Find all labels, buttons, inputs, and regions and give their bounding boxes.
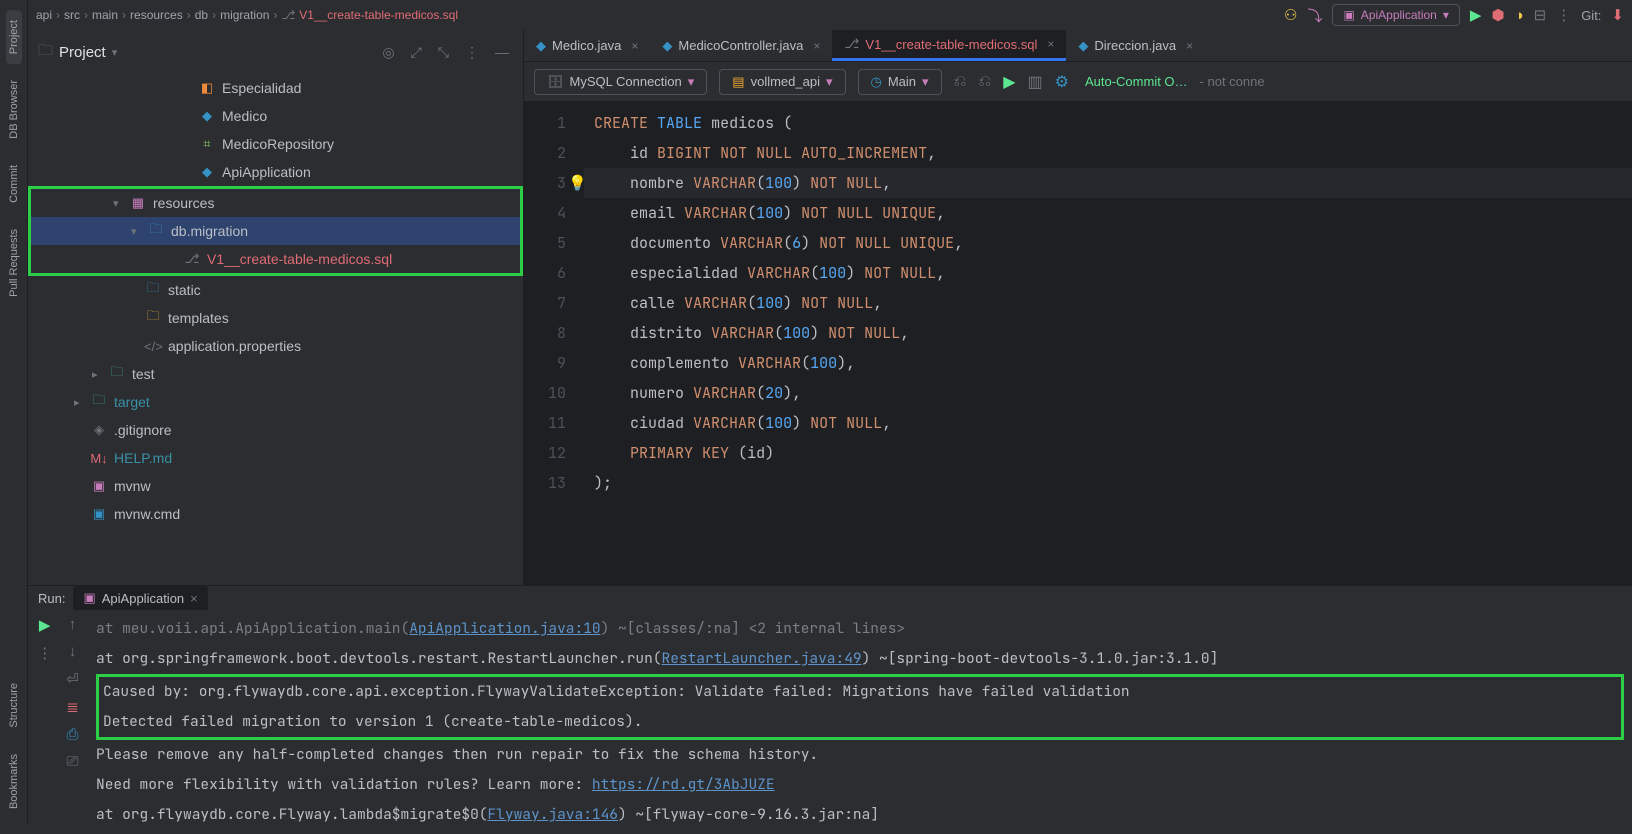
not-connected-label: - not conne (1200, 74, 1265, 89)
editor-area: ◆Medico.java×◆MedicoController.java×⎇V1_… (524, 30, 1632, 585)
git-pull-icon[interactable]: ⬇ (1611, 6, 1624, 24)
code-body[interactable]: CREATE TABLE medicos ( id BIGINT NOT NUL… (584, 102, 1632, 585)
file-tab-medico-java[interactable]: ◆Medico.java× (524, 30, 650, 61)
execute-plan-icon[interactable]: ▥ (1028, 72, 1043, 92)
tree-item-mvnw-cmd[interactable]: ▣mvnw.cmd (28, 500, 523, 528)
run-header: Run: ▣ ApiApplication × (28, 586, 1632, 610)
stack-icon[interactable]: ≣ (66, 698, 79, 716)
hide-icon[interactable]: — (495, 44, 509, 60)
tree-item-resources[interactable]: ▾▦resources (31, 189, 520, 217)
tree-item-target[interactable]: ▸🗀target (28, 388, 523, 416)
close-icon[interactable]: × (1047, 37, 1054, 51)
left-tab-commit[interactable]: Commit (6, 155, 22, 213)
close-icon[interactable]: × (631, 39, 638, 53)
tree-item-medico[interactable]: ◆Medico (28, 102, 523, 130)
db-toolbar: 🗄 MySQL Connection ▾ ▤ vollmed_api ▾ ◷ M… (524, 62, 1632, 102)
coverage-icon[interactable]: ◑ (1515, 7, 1524, 24)
build-icon[interactable]: ⤵ (1307, 5, 1322, 26)
rollback-icon[interactable]: ⎌ (978, 73, 991, 91)
users-icon[interactable]: ⚇ (1284, 6, 1297, 24)
down-icon[interactable]: ↓ (69, 643, 77, 660)
tree-item-templates[interactable]: 🗀templates (28, 304, 523, 332)
tree-item-mvnw[interactable]: ▣mvnw (28, 472, 523, 500)
run-panel: Run: ▣ ApiApplication × ▶ ⋮ ↑ ↓ ⏎ (28, 585, 1632, 825)
rerun-icon[interactable]: ▶ (39, 616, 51, 634)
run-config-dropdown[interactable]: ▣ ApiApplication ▾ (1332, 4, 1459, 26)
tree-item-medicorepository[interactable]: ⌗MedicoRepository (28, 130, 523, 158)
tree-item-help-md[interactable]: M↓HELP.md (28, 444, 523, 472)
git-label: Git: (1581, 8, 1601, 23)
schema-dropdown[interactable]: ▤ vollmed_api ▾ (719, 69, 845, 95)
left-tab-db-browser[interactable]: DB Browser (6, 70, 22, 149)
expand-icon[interactable]: ⤢ (411, 44, 422, 61)
connection-dropdown[interactable]: 🗄 MySQL Connection ▾ (534, 69, 707, 95)
file-tab-medicocontroller-java[interactable]: ◆MedicoController.java× (650, 30, 832, 61)
close-icon[interactable]: × (1186, 39, 1193, 53)
tree-item-db-migration[interactable]: ▾🗀db.migration (31, 217, 520, 245)
collapse-icon[interactable]: ⤡ (438, 44, 449, 61)
left-tab-project[interactable]: Project (6, 10, 22, 64)
camera-icon[interactable]: ⎚ (66, 753, 78, 770)
main-column: api›src›main›resources›db›migration›⎇ V1… (28, 0, 1632, 825)
more-icon[interactable]: ⋮ (1556, 6, 1571, 24)
profile-icon[interactable]: ⊟ (1534, 6, 1547, 24)
tree-item-test[interactable]: ▸🗀test (28, 360, 523, 388)
left-tool-strip: Project DB Browser Commit Pull Requests Str… (0, 0, 28, 825)
run-icon[interactable]: ▶ (1470, 6, 1482, 24)
settings-icon[interactable]: ⋮ (465, 44, 479, 61)
debug-icon[interactable]: ⬢ (1491, 6, 1504, 24)
console-output[interactable]: at meu.voii.api.ApiApplication.main(ApiA… (88, 610, 1632, 834)
auto-commit-label[interactable]: Auto-Commit O… (1085, 74, 1188, 89)
tree-item--gitignore[interactable]: ◈.gitignore (28, 416, 523, 444)
target-icon[interactable]: ◎ (382, 44, 394, 61)
up-icon[interactable]: ↑ (69, 616, 77, 633)
file-tabs: ◆Medico.java×◆MedicoController.java×⎇V1_… (524, 30, 1632, 62)
project-panel-title[interactable]: 🗀 Project ▾ (38, 40, 117, 65)
file-tab-v1--create-table-medicos-sql[interactable]: ⎇V1__create-table-medicos.sql× (832, 30, 1066, 61)
project-panel-header: 🗀 Project ▾ ◎ ⤢ ⤡ ⋮ — (28, 30, 523, 74)
breadcrumb[interactable]: api›src›main›resources›db›migration›⎇ V1… (36, 8, 458, 22)
bulb-icon[interactable]: 💡 (568, 168, 587, 198)
project-tree[interactable]: ◧Especialidad◆Medico⌗MedicoRepository◆Ap… (28, 74, 523, 585)
tx-icon[interactable]: ⎌ (954, 73, 967, 91)
left-tab-structure[interactable]: Structure (6, 673, 22, 738)
file-tab-direccion-java[interactable]: ◆Direccion.java× (1066, 30, 1205, 61)
run-label: Run: (38, 591, 65, 606)
more-icon[interactable]: ⋮ (37, 644, 52, 662)
run-tab[interactable]: ▣ ApiApplication × (73, 586, 207, 610)
print-icon[interactable]: ⎙ (66, 726, 78, 743)
tree-item-application-properties[interactable]: </>application.properties (28, 332, 523, 360)
topbar: api›src›main›resources›db›migration›⎇ V1… (28, 0, 1632, 30)
tree-item-static[interactable]: 🗀static (28, 276, 523, 304)
tree-item-v1--create-table-medicos-sql[interactable]: ⎇V1__create-table-medicos.sql (31, 245, 520, 273)
session-dropdown[interactable]: ◷ Main ▾ (858, 69, 942, 95)
tree-item-especialidad[interactable]: ◧Especialidad (28, 74, 523, 102)
run-tool-gutter: ▶ ⋮ ↑ ↓ ⏎ ≣ ⎙ ⎚ (28, 610, 88, 834)
left-tab-bookmarks[interactable]: Bookmarks (6, 744, 22, 819)
wrap-icon[interactable]: ⏎ (66, 670, 79, 688)
gear-icon[interactable]: ⚙ (1055, 72, 1069, 92)
execute-icon[interactable]: ▶ (1003, 72, 1015, 92)
project-panel: 🗀 Project ▾ ◎ ⤢ ⤡ ⋮ — ◧Especialidad◆Medi… (28, 30, 524, 585)
close-icon[interactable]: × (813, 39, 820, 53)
tree-item-apiapplication[interactable]: ◆ApiApplication (28, 158, 523, 186)
left-tab-pull-requests[interactable]: Pull Requests (6, 219, 22, 307)
code-editor[interactable]: 12345678910111213 CREATE TABLE medicos (… (524, 102, 1632, 585)
